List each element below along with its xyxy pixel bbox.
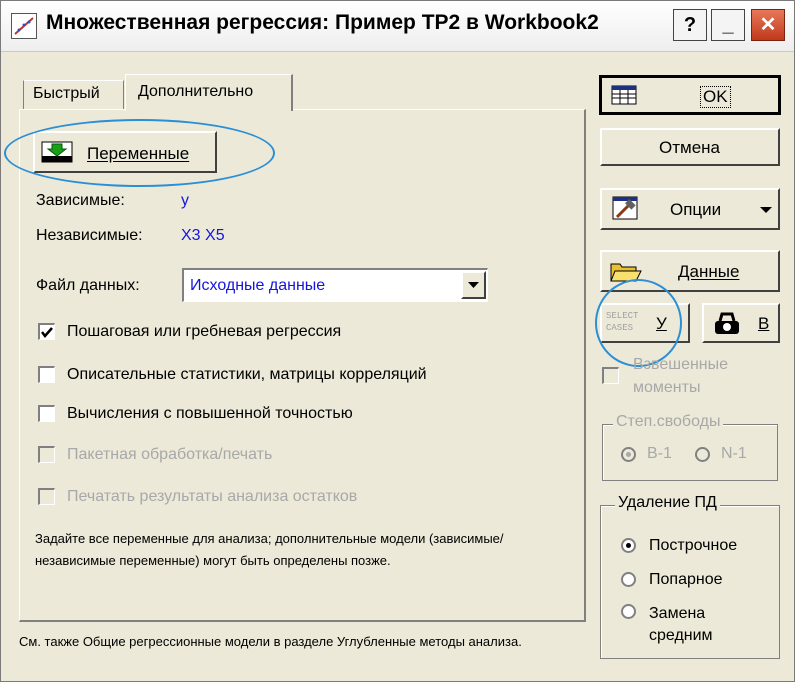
minimize-button[interactable]: _ <box>711 9 745 41</box>
footer-text: См. также Общие регрессионные модели в р… <box>19 634 522 649</box>
md-option-casewise-label[interactable]: Построчное <box>649 537 737 555</box>
variables-button[interactable]: Переменные <box>33 131 217 173</box>
descriptive-stats-checkbox[interactable] <box>38 366 55 383</box>
select-cases-icon: SELECT CASES <box>606 311 639 333</box>
tab-quick-label: Быстрый <box>33 85 100 102</box>
dof-option-b1-label: В-1 <box>647 445 672 462</box>
variables-button-label: Переменные <box>87 144 190 163</box>
title-bar[interactable]: Множественная регрессия: Пример ТР2 в Wo… <box>1 1 794 52</box>
independent-value: X3 X5 <box>181 227 225 244</box>
weighted-moments-label-line1: Взвешенные <box>633 356 729 373</box>
data-file-label: Файл данных: <box>36 277 140 294</box>
descriptive-stats-label[interactable]: Описательные статистики, матрицы корреля… <box>67 366 427 384</box>
options-icon <box>612 196 638 227</box>
md-radio-casewise[interactable] <box>621 538 636 553</box>
weighted-moments-label-line2: моменты <box>633 379 701 396</box>
ok-icon <box>611 85 637 110</box>
hint-text: Задайте все переменные для анализа; допо… <box>35 531 504 568</box>
ok-button[interactable]: OK <box>599 75 781 115</box>
dof-radio-b1 <box>621 447 636 462</box>
help-button[interactable]: ? <box>673 9 707 41</box>
weight-label: В <box>758 314 770 333</box>
data-label: Данные <box>678 262 740 281</box>
select-cases-button[interactable]: SELECT CASES У <box>600 303 690 343</box>
dependent-value: y <box>181 192 189 209</box>
batch-print-checkbox <box>38 446 55 463</box>
dof-option-n1-label: N-1 <box>721 445 747 462</box>
radio-dot <box>626 452 631 457</box>
md-option-mean-sub-label[interactable]: Замена средним <box>649 603 739 647</box>
cancel-label: Отмена <box>659 138 720 157</box>
md-option-pairwise-label[interactable]: Попарное <box>649 571 723 589</box>
batch-print-label: Пакетная обработка/печать <box>67 446 273 463</box>
tab-quick[interactable]: Быстрый <box>23 80 124 110</box>
data-file-select[interactable]: Исходные данные <box>182 268 488 302</box>
weight-button[interactable]: В <box>702 303 780 343</box>
tab-advanced[interactable]: Дополнительно <box>125 74 293 111</box>
md-deletion-group-label: Удаление ПД <box>615 494 720 512</box>
select-cases-label: У <box>656 314 667 333</box>
options-label: Опции <box>670 200 722 219</box>
stepwise-label[interactable]: Пошаговая или гребневая регрессия <box>67 323 341 341</box>
dof-radio-n1 <box>695 447 710 462</box>
residuals-label: Печатать результаты анализа остатков <box>67 488 358 505</box>
weight-icon <box>712 312 742 341</box>
options-button[interactable]: Опции <box>600 188 780 230</box>
chevron-down-icon <box>468 282 479 288</box>
dependent-label: Зависимые: <box>36 192 125 209</box>
checkmark-icon <box>41 327 53 338</box>
tab-advanced-label: Дополнительно <box>138 83 254 100</box>
radio-dot <box>626 543 631 548</box>
weighted-moments-checkbox <box>602 367 619 384</box>
options-dropdown-icon <box>760 207 772 213</box>
stepwise-checkbox[interactable] <box>38 323 55 340</box>
open-folder-icon <box>610 259 642 288</box>
high-precision-label[interactable]: Вычисления с повышенной точностью <box>67 405 353 423</box>
close-button[interactable]: ✕ <box>751 9 785 41</box>
dialog-window: Множественная регрессия: Пример ТР2 в Wo… <box>0 0 795 682</box>
app-icon <box>11 13 37 39</box>
md-radio-mean-sub[interactable] <box>621 604 636 619</box>
variables-icon <box>41 141 73 168</box>
residuals-checkbox <box>38 488 55 505</box>
data-button[interactable]: Данные <box>600 250 780 292</box>
ok-label: OK <box>700 86 731 108</box>
independent-label: Независимые: <box>36 227 143 244</box>
data-file-value: Исходные данные <box>190 277 326 294</box>
md-radio-pairwise[interactable] <box>621 572 636 587</box>
window-title: Множественная регрессия: Пример ТР2 в Wo… <box>46 11 599 34</box>
high-precision-checkbox[interactable] <box>38 405 55 422</box>
cancel-button[interactable]: Отмена <box>600 128 780 166</box>
dropdown-arrow-button[interactable] <box>461 271 486 299</box>
dof-group-label: Степ.свободы <box>613 413 724 431</box>
